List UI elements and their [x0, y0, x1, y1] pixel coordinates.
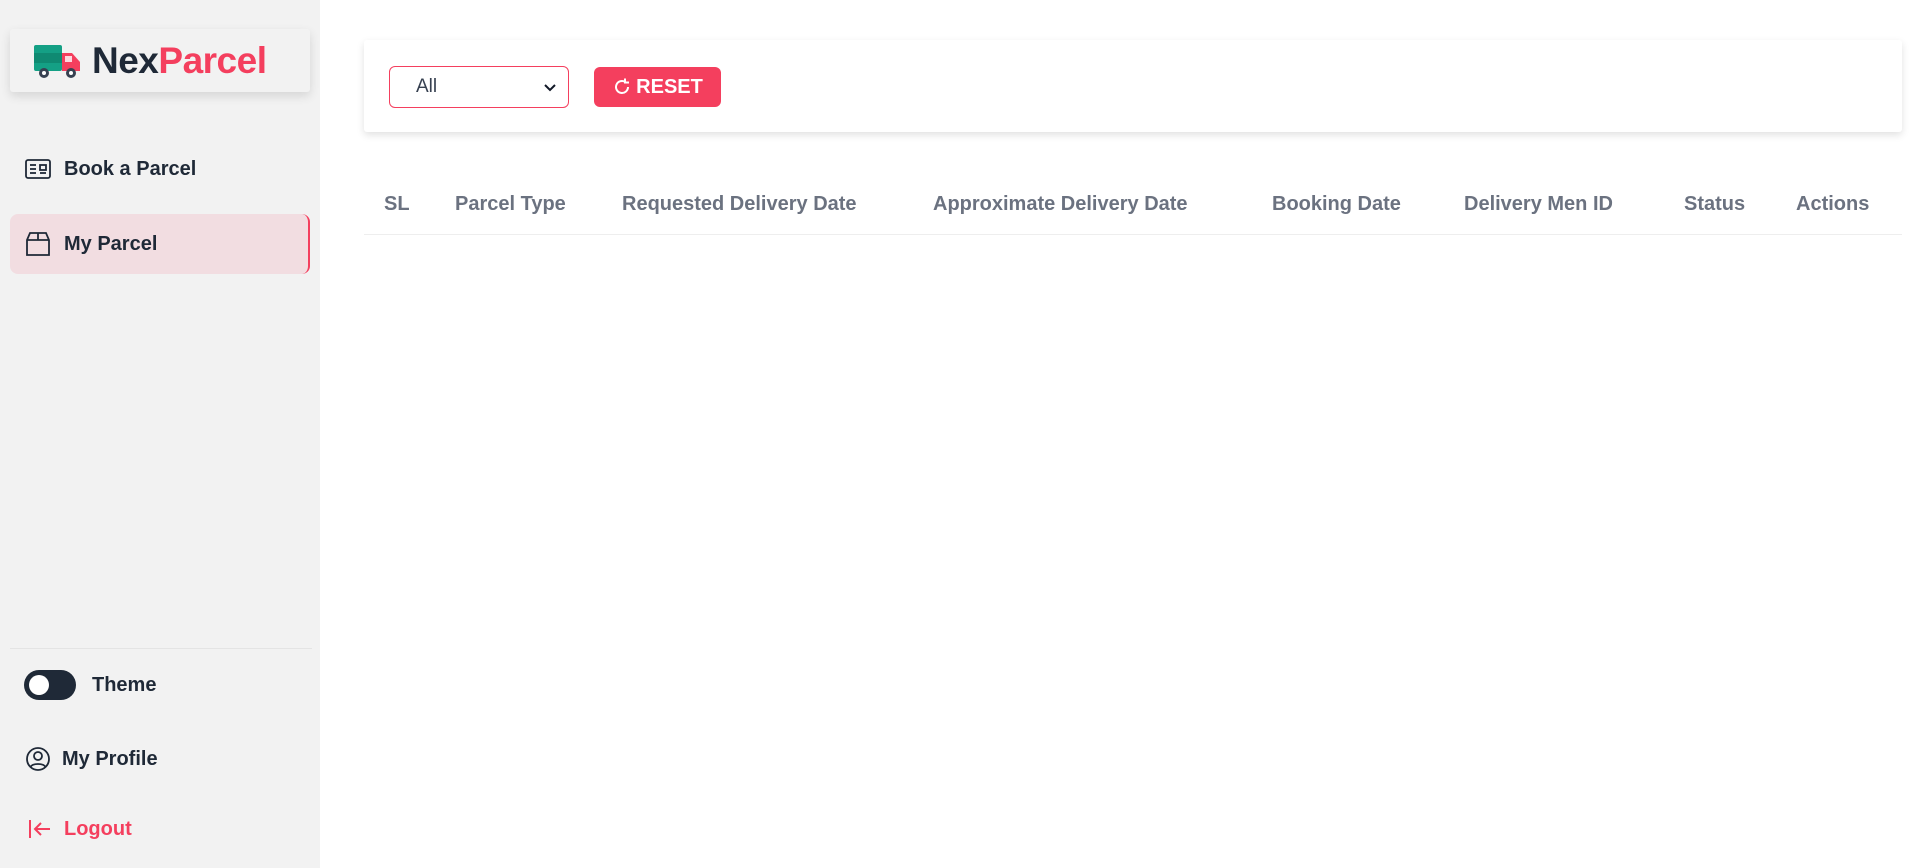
column-header-sl[interactable]: SL [384, 193, 410, 216]
toggle-knob [29, 675, 49, 695]
reset-button[interactable]: RESET [594, 67, 721, 107]
reset-label: RESET [636, 75, 703, 98]
user-circle-icon [24, 745, 52, 773]
logout-link[interactable]: Logout [26, 812, 132, 846]
my-profile-link[interactable]: My Profile [24, 742, 158, 776]
sidebar-item-my-parcel[interactable]: My Parcel [10, 214, 310, 274]
sidebar-item-label: My Parcel [64, 232, 158, 255]
truck-icon [34, 44, 80, 78]
select-value: All [416, 76, 438, 97]
theme-label: Theme [92, 673, 157, 696]
sidebar-item-label: Book a Parcel [64, 157, 197, 180]
newspaper-icon [24, 155, 52, 183]
column-header-delivery-men-id[interactable]: Delivery Men ID [1464, 193, 1613, 216]
box-icon [24, 230, 52, 258]
brand-name-part2: Parcel [158, 39, 267, 81]
parcel-table-header: SL Parcel Type Requested Delivery Date A… [364, 175, 1902, 235]
sidebar: NexParcel Book a Parcel My Parcel Theme … [0, 0, 320, 868]
sidebar-divider [10, 648, 312, 649]
column-header-approximate-delivery-date[interactable]: Approximate Delivery Date [933, 193, 1188, 216]
logout-label: Logout [64, 817, 132, 840]
column-header-actions[interactable]: Actions [1796, 193, 1869, 216]
brand-name-part1: Nex [92, 39, 159, 81]
column-header-requested-delivery-date[interactable]: Requested Delivery Date [622, 193, 857, 216]
brand-logo[interactable]: NexParcel [10, 29, 310, 92]
filter-bar: All RESET [364, 40, 1902, 132]
column-header-booking-date[interactable]: Booking Date [1272, 193, 1401, 216]
column-header-parcel-type[interactable]: Parcel Type [455, 193, 566, 216]
theme-toggle[interactable] [24, 670, 76, 700]
my-profile-label: My Profile [62, 747, 158, 770]
column-header-status[interactable]: Status [1684, 193, 1745, 216]
refresh-icon [612, 77, 632, 97]
theme-toggle-row: Theme [24, 668, 156, 702]
chevron-down-icon [544, 76, 556, 98]
status-filter-select[interactable]: All [389, 66, 569, 108]
brand-name: NexParcel [92, 39, 267, 82]
sidebar-item-book-a-parcel[interactable]: Book a Parcel [10, 139, 310, 199]
logout-icon [26, 815, 54, 843]
